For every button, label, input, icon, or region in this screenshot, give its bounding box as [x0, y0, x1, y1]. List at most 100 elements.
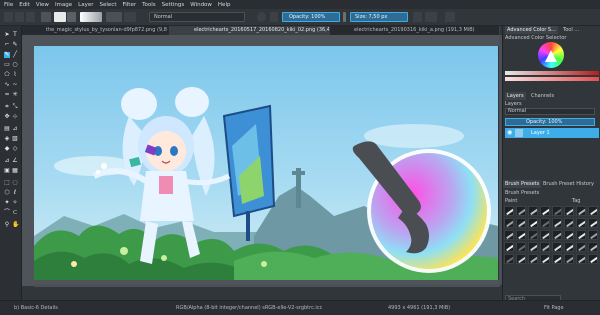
brush-preset-thumb[interactable] [564, 206, 574, 216]
tab-brush-presets[interactable]: Brush Presets [503, 180, 542, 188]
brush-preset-thumb[interactable] [516, 254, 526, 264]
brush-preset-thumb[interactable] [552, 230, 562, 240]
brush-preset-thumb[interactable] [516, 230, 526, 240]
menu-view[interactable]: View [36, 2, 49, 8]
tab-brush-history[interactable]: Brush Preset History [541, 180, 596, 188]
rectangle-tool-icon[interactable]: ▭ [4, 62, 10, 68]
tab-tool-options[interactable]: Tool ... [561, 26, 581, 34]
multibrush-icon[interactable]: ✳ [12, 92, 18, 98]
brush-preset-selector[interactable] [106, 12, 122, 22]
tab-kiki-02[interactable]: electrichearts_20160517_20160820_kiki_02… [170, 26, 330, 35]
brush-preset-thumb[interactable] [516, 218, 526, 228]
layer-name[interactable]: Layer 1 [531, 130, 550, 136]
tab-layers[interactable]: Layers [505, 92, 526, 100]
brush-preset-thumb[interactable] [552, 254, 562, 264]
horizontal-scrollbar[interactable] [34, 284, 500, 287]
brush-preset-thumb[interactable] [504, 206, 514, 216]
assistant-tool-icon[interactable]: ⊿ [4, 158, 10, 164]
brush-preset-thumb[interactable] [504, 230, 514, 240]
text-tool-icon[interactable]: T [12, 32, 18, 38]
pan-tool-icon[interactable]: ✋ [12, 222, 19, 228]
brush-preset-thumb[interactable] [528, 218, 538, 228]
blend-mode-select[interactable]: Normal [149, 12, 245, 22]
brush-preset-thumb[interactable] [540, 206, 550, 216]
similar-select-icon[interactable]: ✧ [12, 200, 18, 206]
polyline-tool-icon[interactable]: ⌇ [12, 72, 18, 78]
tab-magic-stylus[interactable]: the_magic_stylus_by_tysonlan-d9fp872.png… [22, 26, 170, 35]
menu-file[interactable]: File [4, 2, 13, 8]
color-slider-2[interactable] [505, 77, 599, 81]
layer-row[interactable]: ◉ Layer 1 [505, 128, 599, 138]
brush-preset-thumb[interactable] [540, 242, 550, 252]
menu-settings[interactable]: Settings [162, 2, 185, 8]
size-slider[interactable]: Size: 7,50 px [350, 12, 408, 22]
brush-preset-thumb[interactable] [504, 218, 514, 228]
ellipse-select-icon[interactable]: ◌ [12, 180, 18, 186]
measure-tool-icon[interactable]: ∠ [12, 158, 18, 164]
magnetic-select-icon[interactable]: ⊂ [12, 210, 18, 216]
mirror-horizontal-icon[interactable] [413, 12, 422, 22]
opacity-slider[interactable]: Opacity: 100% [282, 12, 340, 22]
dynamic-brush-icon[interactable]: ≈ [4, 92, 10, 98]
brush-preset-thumb[interactable] [588, 218, 598, 228]
brush-preset-thumb[interactable] [588, 230, 598, 240]
tab-kiki-a[interactable]: electrichearts_20190316_kiki_a.png (191,… [330, 26, 500, 35]
menu-window[interactable]: Window [190, 2, 212, 8]
brush-preset-thumb[interactable] [528, 254, 538, 264]
bezier-select-icon[interactable]: ⌒ [4, 210, 10, 216]
layer-blend-select[interactable]: Normal [505, 108, 595, 115]
rect-select-icon[interactable]: ⬚ [4, 180, 10, 186]
brush-preset-thumb[interactable] [564, 242, 574, 252]
freehand-path-icon[interactable]: ~ [12, 82, 18, 88]
eraser-mode-icon[interactable] [257, 12, 266, 22]
tab-advanced-color[interactable]: Advanced Color S... [505, 26, 558, 34]
brush-preset-thumb[interactable] [516, 242, 526, 252]
brush-preset-thumb[interactable] [588, 206, 598, 216]
color-picker-icon[interactable]: ⊿ [12, 126, 18, 132]
brush-preset-thumb[interactable] [516, 206, 526, 216]
brush-preset-thumb[interactable] [552, 218, 562, 228]
menu-layer[interactable]: Layer [78, 2, 93, 8]
color-slider-1[interactable] [505, 71, 599, 75]
brush-preset-thumb[interactable] [576, 254, 586, 264]
colorize-mask-icon[interactable]: ◈ [4, 136, 10, 142]
edit-gradient-icon[interactable] [41, 12, 51, 22]
status-zoom-fit[interactable]: Fit Page [544, 305, 564, 311]
enclose-fill-icon[interactable]: ◇ [12, 146, 18, 152]
fill-tool-icon[interactable]: ◆ [4, 146, 10, 152]
brush-preset-thumb[interactable] [552, 206, 562, 216]
save-icon[interactable] [26, 12, 35, 22]
canvas[interactable] [34, 46, 498, 280]
smart-patch-icon[interactable]: ▧ [12, 136, 18, 142]
menu-edit[interactable]: Edit [19, 2, 30, 8]
select-shapes-icon[interactable]: ➤ [4, 32, 10, 38]
tag-label[interactable]: Tag [572, 198, 580, 204]
menu-filter[interactable]: Filter [122, 2, 136, 8]
brush-preset-thumb[interactable] [540, 254, 550, 264]
brush-preset-thumb[interactable] [564, 218, 574, 228]
brush-preset-thumb[interactable] [564, 254, 574, 264]
menu-image[interactable]: Image [55, 2, 72, 8]
polygon-select-icon[interactable]: ⬡ [4, 190, 10, 196]
brush-preset-thumb[interactable] [552, 242, 562, 252]
wrap-around-icon[interactable] [445, 12, 455, 22]
edit-shapes-icon[interactable]: ⌐ [4, 42, 10, 48]
transform-tool-icon[interactable]: ⤡ [12, 104, 18, 110]
preserve-alpha-icon[interactable] [270, 12, 278, 22]
menu-help[interactable]: Help [218, 2, 231, 8]
line-tool-icon[interactable]: ╱ [12, 52, 18, 58]
menu-tools[interactable]: Tools [142, 2, 156, 8]
foreground-color-swatch[interactable] [54, 12, 66, 22]
brush-preset-thumb[interactable] [540, 218, 550, 228]
gradient-tool-icon[interactable]: ▤ [4, 126, 10, 132]
crop-tool-icon[interactable]: ⌗ [4, 104, 10, 110]
brush-preset-thumb[interactable] [528, 206, 538, 216]
calligraphy-icon[interactable]: ✎ [12, 42, 18, 48]
freehand-brush-icon[interactable]: ✎ [4, 52, 10, 58]
eye-icon[interactable]: ◉ [507, 130, 513, 136]
brush-settings-icon[interactable] [124, 12, 136, 22]
mirror-vertical-icon[interactable] [425, 12, 437, 22]
zoom-tool-icon[interactable]: ⚲ [4, 222, 10, 228]
bezier-tool-icon[interactable]: ∿ [4, 82, 10, 88]
brush-preset-thumb[interactable] [504, 242, 514, 252]
